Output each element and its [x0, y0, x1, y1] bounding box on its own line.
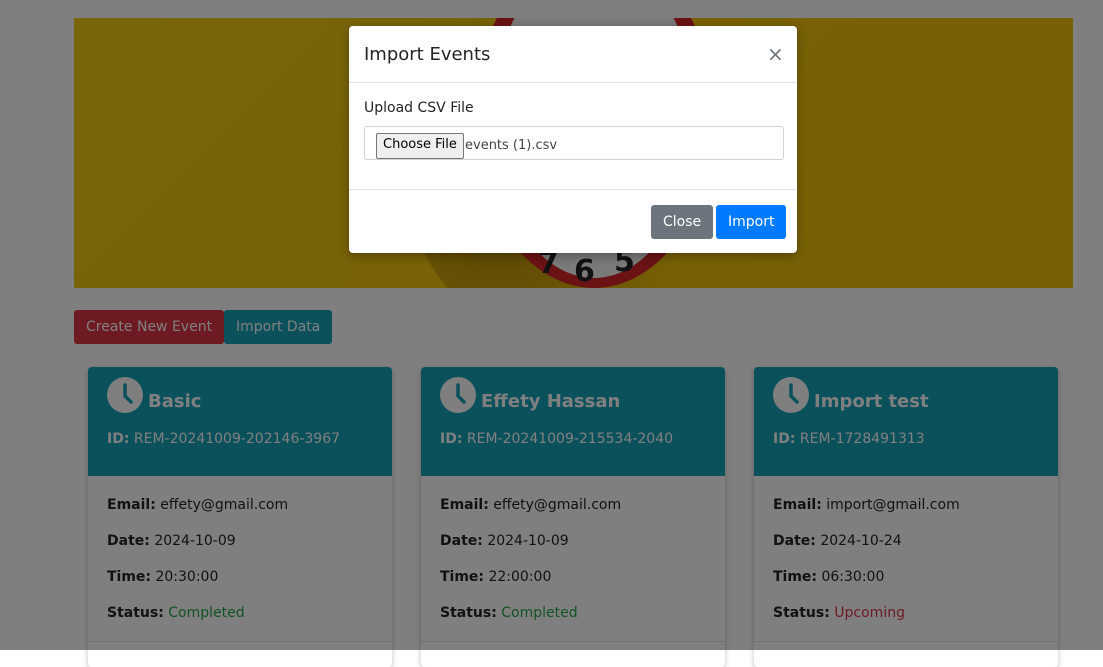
close-button[interactable]: Close	[651, 205, 714, 239]
close-icon[interactable]: ×	[767, 42, 784, 66]
modal-footer: Close Import	[349, 189, 797, 254]
import-button[interactable]: Import	[716, 205, 787, 239]
file-input[interactable]: Choose File events (1).csv	[364, 126, 784, 160]
selected-file-name: events (1).csv	[465, 138, 558, 153]
choose-file-button[interactable]: Choose File	[376, 133, 464, 159]
page: 7 6 5 Create New Event Import Data Basic…	[0, 0, 1103, 667]
modal-title: Import Events	[364, 44, 491, 65]
upload-csv-label: Upload CSV File	[364, 100, 474, 116]
modal-header: Import Events ×	[349, 26, 797, 83]
import-events-modal: Import Events × Upload CSV File Choose F…	[349, 26, 797, 253]
